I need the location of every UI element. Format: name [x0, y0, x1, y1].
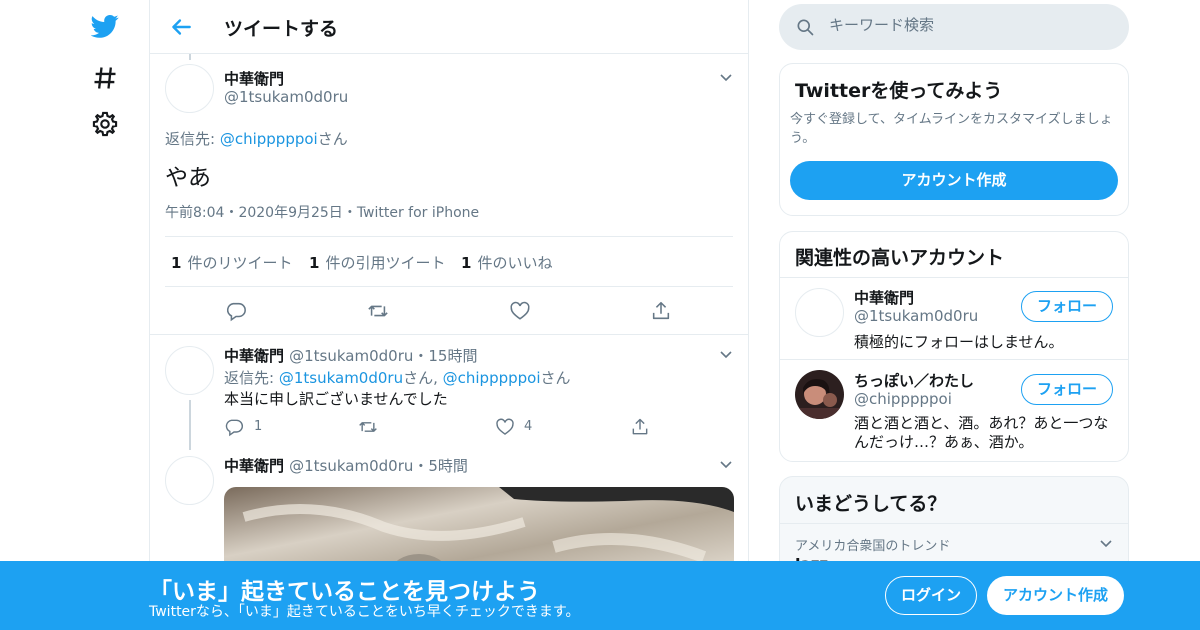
chevron-down-icon[interactable] — [718, 69, 734, 85]
follow-button[interactable]: フォロー — [1021, 291, 1113, 322]
reply-suffix: さん — [540, 369, 571, 387]
reply-mention[interactable]: @chipppppoi — [220, 130, 318, 148]
banner-subtitle: Twitterなら、「いま」起きていることをいち早くチェックできます。 — [149, 604, 580, 620]
account-name[interactable]: ちっぽい／わたし — [854, 370, 974, 391]
thread-line — [189, 54, 191, 60]
stat-label: 件のリツイート — [187, 254, 293, 272]
search-icon — [795, 17, 815, 37]
signup-card: Twitterを使ってみよう 今すぐ登録して、タイムラインをカスタマイズしましょ… — [779, 63, 1129, 216]
follow-button[interactable]: フォロー — [1021, 374, 1113, 405]
reply-mention[interactable]: @chipppppoi — [443, 369, 541, 387]
account-name[interactable]: 中華衛門 — [854, 287, 914, 308]
avatar[interactable] — [165, 456, 214, 505]
reply-icon[interactable] — [224, 417, 244, 437]
chevron-down-icon[interactable] — [718, 456, 734, 472]
tweet-meta: 午前8:04・2020年9月25日・Twitter for iPhone — [165, 202, 479, 222]
stat-label: 件のいいね — [477, 254, 553, 272]
quote-count-stat[interactable]: 1 件の引用ツイート — [309, 252, 445, 273]
thread-line — [189, 400, 191, 450]
retweet-icon[interactable] — [367, 300, 389, 322]
reply-to-line: 返信先: @chipppppoiさん — [165, 128, 348, 149]
create-account-button[interactable]: アカウント作成 — [987, 576, 1124, 615]
tweet-date[interactable]: 2020年9月25日 — [238, 205, 342, 221]
account-bio: 酒と酒と酒と、酒。あれ？あと一つなんだっけ…？あぁ、酒か。 — [854, 414, 1109, 451]
share-icon[interactable] — [630, 417, 650, 437]
tweet-source: Twitter for iPhone — [356, 205, 480, 221]
page-header: ツイートする — [150, 0, 748, 54]
avatar[interactable] — [795, 288, 844, 337]
tweet-time[interactable]: 5時間 — [428, 457, 468, 475]
retweet-icon[interactable] — [358, 417, 378, 437]
hashtag-icon[interactable] — [91, 64, 119, 92]
tweet-text: 本当に申し訳ございませんでした — [224, 390, 448, 408]
account-bio: 積極的にフォローはしません。 — [854, 333, 1064, 351]
left-nav — [80, 0, 150, 630]
tweet-author-handle[interactable]: @1tsukam0d0ru — [289, 347, 413, 365]
account-handle[interactable]: @chipppppoi — [854, 390, 952, 408]
search-input[interactable] — [829, 16, 1109, 34]
meta-separator: ・ — [342, 205, 357, 221]
reply-suffix: さん — [317, 130, 348, 148]
reply-prefix: 返信先: — [224, 369, 279, 387]
main-column: ツイートする 中華衛門 @1tsukam0d0ru 返信先: @chippppp… — [149, 0, 749, 630]
login-button[interactable]: ログイン — [885, 576, 977, 615]
reply-to-line: 返信先: @1tsukam0d0ruさん, @chipppppoiさん — [224, 367, 571, 388]
reply-prefix: 返信先: — [165, 130, 220, 148]
reply-count: 1 — [254, 419, 263, 434]
share-icon[interactable] — [650, 300, 672, 322]
stat-count: 1 — [171, 254, 182, 272]
stat-count: 1 — [309, 254, 320, 272]
tweet-time[interactable]: 15時間 — [428, 347, 477, 365]
page-title: ツイートする — [224, 18, 339, 40]
reply-mid: さん, — [403, 369, 443, 387]
reply-mention[interactable]: @1tsukam0d0ru — [279, 369, 403, 387]
stat-label: 件の引用ツイート — [325, 254, 446, 272]
twitter-bird-icon[interactable] — [91, 12, 119, 40]
card-description: 今すぐ登録して、タイムラインをカスタマイズしましょう。 — [790, 112, 1113, 146]
tweet-author-name[interactable]: 中華衛門 — [224, 347, 284, 365]
tweet-author-handle[interactable]: @1tsukam0d0ru — [289, 457, 413, 475]
stat-count: 1 — [461, 254, 472, 272]
avatar[interactable] — [165, 64, 214, 113]
tweet-author-handle[interactable]: @1tsukam0d0ru — [224, 88, 348, 106]
avatar[interactable] — [795, 370, 844, 419]
divider — [780, 359, 1128, 360]
tweet-author-name[interactable]: 中華衛門 — [224, 457, 284, 475]
tweet-author-name[interactable]: 中華衛門 — [224, 68, 284, 89]
meta-separator: ・ — [224, 205, 239, 221]
meta-separator: ・ — [413, 347, 429, 365]
card-title: Twitterを使ってみよう — [795, 80, 1003, 102]
divider — [150, 334, 748, 335]
meta-separator: ・ — [413, 457, 429, 475]
retweet-count-stat[interactable]: 1 件のリツイート — [171, 252, 292, 273]
like-icon[interactable] — [509, 300, 531, 322]
like-count: 4 — [524, 419, 533, 434]
reply-header: 中華衛門 @1tsukam0d0ru・15時間 — [224, 345, 477, 366]
avatar[interactable] — [165, 346, 214, 395]
like-count-stat[interactable]: 1 件のいいね — [461, 252, 552, 273]
account-handle[interactable]: @1tsukam0d0ru — [854, 307, 978, 325]
create-account-button[interactable]: アカウント作成 — [790, 161, 1118, 200]
tweet-stats: 1 件のリツイート 1 件の引用ツイート 1 件のいいね — [165, 236, 733, 287]
chevron-down-icon[interactable] — [718, 346, 734, 362]
search-box[interactable] — [779, 4, 1129, 50]
trend-location: アメリカ合衆国のトレンド — [795, 539, 951, 554]
back-arrow-icon[interactable] — [168, 14, 194, 40]
reply-header: 中華衛門 @1tsukam0d0ru・5時間 — [224, 455, 468, 476]
related-accounts-card: 関連性の高いアカウント 中華衛門 @1tsukam0d0ru フォロー 積極的に… — [779, 231, 1129, 462]
gear-icon[interactable] — [91, 110, 119, 138]
signup-banner: 「いま」起きていることを見つけよう Twitterなら、「いま」起きていることを… — [0, 561, 1200, 630]
card-title: いまどうしてる？ — [795, 493, 947, 515]
tweet-time[interactable]: 午前8:04 — [165, 205, 224, 221]
like-icon[interactable] — [495, 417, 515, 437]
divider — [780, 277, 1128, 278]
tweet-text: やあ — [165, 165, 211, 191]
divider — [780, 523, 1128, 524]
chevron-down-icon[interactable] — [1098, 535, 1114, 551]
card-title: 関連性の高いアカウント — [795, 247, 1005, 269]
reply-icon[interactable] — [225, 300, 247, 322]
